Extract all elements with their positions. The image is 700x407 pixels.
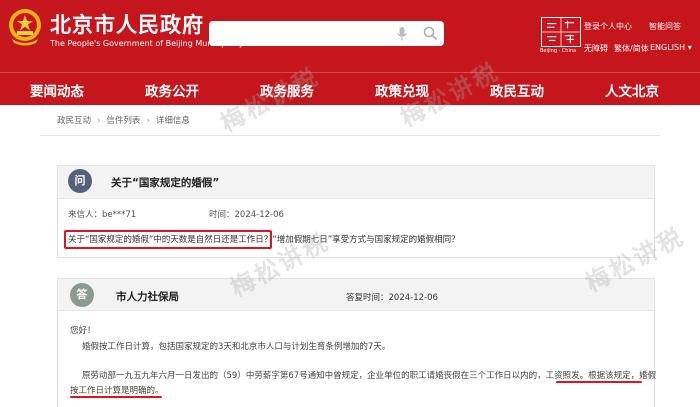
- question-title: 关于“国家规定的婚假”: [111, 177, 220, 189]
- nav-item-open-gov[interactable]: 政务公开: [145, 80, 199, 100]
- breadcrumb: 政民互动 › 信件列表 › 详细信息: [57, 114, 190, 126]
- chevron-down-icon: ▾: [687, 43, 692, 52]
- main-nav: 要闻动态 政务公开 政务服务 政策兑现 政民互动 人文北京: [0, 72, 700, 105]
- answer-date-value: 2024-12-06: [388, 293, 438, 303]
- question-badge: 问: [68, 169, 92, 193]
- answer-paragraph-2-cont: 按工作日计算是明确的。: [70, 386, 164, 396]
- breadcrumb-letter-list[interactable]: 信件列表: [106, 116, 140, 126]
- answer-paragraph-2: 原劳动部一九五九年六月一日发出的（59）中劳薪字第67号通知中曾规定，企业单位的…: [82, 371, 657, 381]
- answer-paragraph-1: 婚假按工作日计算，包括国家规定的3天和北京市人口与计划生育条例增加的7天。: [82, 342, 391, 352]
- site-header: 北京市人民政府 The People's Government of Beiji…: [0, 0, 700, 72]
- sender-info: 来信人：be***71: [68, 208, 136, 220]
- breadcrumb-current: 详细信息: [155, 116, 190, 126]
- capital-logo-caption: Beijing · China: [540, 48, 577, 54]
- search-icon[interactable]: [423, 26, 438, 41]
- highlight-box: [64, 230, 272, 249]
- assistant-link[interactable]: 智能问答: [649, 21, 681, 32]
- time-value: 2024-12-06: [234, 210, 284, 220]
- english-label: ENGLISH: [650, 43, 686, 52]
- breadcrumb-separator-icon: ›: [97, 116, 101, 126]
- nav-item-news[interactable]: 要闻动态: [30, 80, 84, 100]
- breadcrumb-separator-icon: ›: [146, 116, 150, 126]
- answer-badge: 答: [70, 283, 94, 307]
- accessibility-link[interactable]: 无障碍: [584, 43, 608, 54]
- answer-date: 答复时间：2024-12-06: [346, 291, 438, 303]
- sender-name: be***71: [102, 210, 137, 220]
- breadcrumb-interaction[interactable]: 政民互动: [57, 116, 91, 126]
- nav-item-culture[interactable]: 人文北京: [605, 80, 659, 100]
- time-label: 时间：: [209, 210, 235, 220]
- capital-logo-icon: [541, 17, 581, 47]
- divider: [40, 135, 660, 136]
- sender-label: 来信人：: [68, 210, 103, 220]
- login-link[interactable]: 登录个人中心: [584, 21, 632, 32]
- site-title[interactable]: 北京市人民政府: [50, 9, 204, 39]
- traditional-simplified-link[interactable]: 繁体/简体: [614, 43, 649, 54]
- answer-date-label: 答复时间：: [346, 293, 389, 303]
- highlight-underline: [556, 381, 642, 383]
- answer-greeting: 您好！: [70, 326, 96, 336]
- english-link[interactable]: ENGLISH ▾: [650, 43, 692, 52]
- question-time: 时间：2024-12-06: [209, 208, 284, 220]
- national-emblem-icon: [9, 9, 41, 46]
- answer-org: 市人力社保局: [116, 291, 179, 303]
- highlight-underline: [70, 396, 162, 398]
- microphone-icon[interactable]: [395, 26, 409, 42]
